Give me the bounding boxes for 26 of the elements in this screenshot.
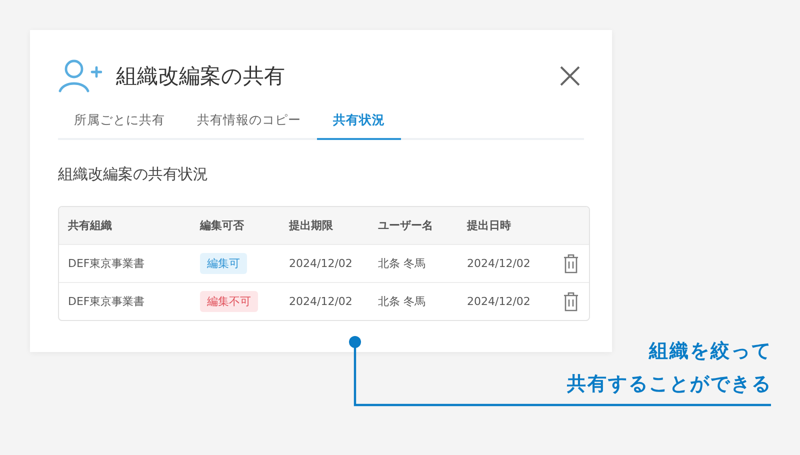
table-cell-text: 北条 冬馬 <box>377 294 426 309</box>
tab[interactable]: 所属ごとに共有 <box>58 105 181 140</box>
table-cell-text: 2024/12/02 <box>288 257 354 270</box>
permission-badge: 編集不可 <box>200 291 258 312</box>
table-cell-text: 2024/12/02 <box>288 295 354 308</box>
table-cell-text: 2024/12/02 <box>466 295 532 308</box>
callout-text: 組織を絞って <box>649 339 772 364</box>
column-header: ユーザー名 <box>377 218 434 233</box>
table-cell-text: 北条 冬馬 <box>377 256 426 271</box>
table-cell-text: DEF東京事業書 <box>67 294 146 309</box>
permission-badge: 編集可 <box>200 253 247 274</box>
column-header: 編集可否 <box>198 218 245 233</box>
callout-text: 共有することができる <box>567 372 772 397</box>
column-header: 提出期限 <box>288 218 334 233</box>
tab[interactable]: 共有情報のコピー <box>181 105 317 140</box>
trash-icon[interactable] <box>562 254 578 274</box>
close-icon[interactable] <box>559 65 581 87</box>
trash-icon[interactable] <box>562 292 578 312</box>
table-cell-text: 2024/12/02 <box>466 257 532 270</box>
column-header: 提出日時 <box>466 218 512 233</box>
section-title: 組織改編案の共有状況 <box>58 165 209 184</box>
dialog-title: 組織改編案の共有 <box>116 63 285 90</box>
table-cell-text: DEF東京事業書 <box>67 256 146 271</box>
tab[interactable]: 共有状況 <box>317 105 401 140</box>
column-header: 共有組織 <box>67 218 113 233</box>
add-user-icon <box>58 59 102 93</box>
